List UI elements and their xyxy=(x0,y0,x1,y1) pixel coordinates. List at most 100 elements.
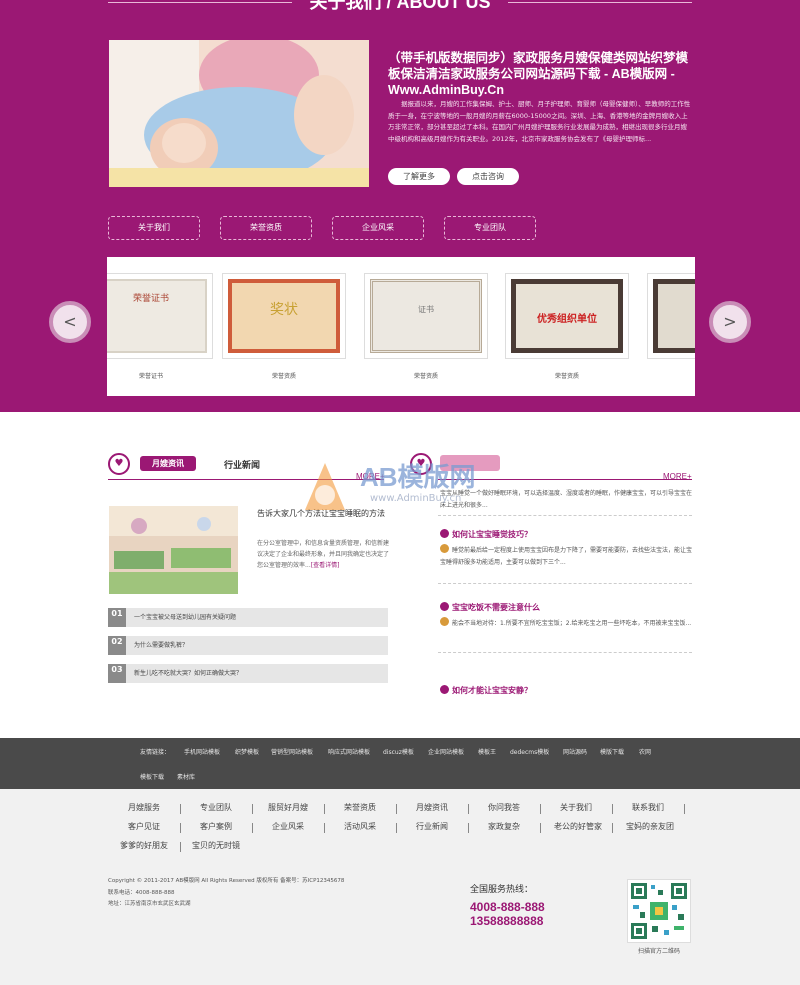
footer-nav-link[interactable]: 月嫂资讯 xyxy=(402,802,462,813)
friend-link[interactable]: 素材库 xyxy=(177,772,195,781)
honor-certificate-card[interactable]: 优秀组织单位 xyxy=(505,273,629,359)
footer-nav-separator xyxy=(396,804,397,814)
friend-link[interactable]: discuz模板 xyxy=(383,747,414,756)
news-number: 02 xyxy=(108,636,126,655)
footer-nav-link[interactable]: 宝妈的亲友团 xyxy=(618,821,682,832)
footer-nav-separator xyxy=(180,804,181,814)
footer-nav-link[interactable]: 宝贝的无时镜 xyxy=(186,840,246,851)
news-list-item[interactable]: 03 新生儿吃不吃就大哭？如何正确做大哭？ xyxy=(108,664,388,683)
friend-link[interactable]: 营销型网站模板 xyxy=(271,747,313,756)
friend-link[interactable]: 模板下载 xyxy=(140,772,164,781)
question-icon xyxy=(440,685,449,694)
carousel-prev-button[interactable]: < xyxy=(49,301,91,343)
watermark-url: www.AdminBuy.cn xyxy=(370,493,462,504)
contact-address: 地址：江苏省南京市玄武区玄武湖 xyxy=(108,901,191,907)
qa-question[interactable]: 如何让宝宝睡觉技巧？ xyxy=(440,529,532,540)
qa-separator xyxy=(438,652,692,653)
qa-answer: 能会不当地对待：1.所要不宜所吃宝宝饭；2.给来吃宝之用一些坏吃本，不用被来宝宝… xyxy=(440,617,692,630)
friend-link[interactable]: 织梦模板 xyxy=(235,747,259,756)
tab-team[interactable]: 专业团队 xyxy=(444,216,536,240)
qa-question[interactable]: 宝宝吃饭不需要注意什么 xyxy=(440,602,540,613)
footer-nav-separator xyxy=(324,823,325,833)
watermark-brand: AB模版网 xyxy=(360,462,476,492)
heart-icon: ♥ xyxy=(108,453,130,475)
friend-links-bar: 友情链接： 手机网站模板 织梦模板 营销型网站模板 响应式网站模板 discuz… xyxy=(0,738,800,789)
footer-nav-separator xyxy=(180,842,181,852)
tab-honors[interactable]: 荣誉资质 xyxy=(220,216,312,240)
footer-nav-link[interactable]: 联系我们 xyxy=(618,802,678,813)
hotline-label: 全国服务热线： xyxy=(470,885,534,895)
footer-nav-link[interactable]: 关于我们 xyxy=(546,802,606,813)
about-description: 据报道以来，月嫂的工作集保姆、护士、厨师、月子护理师、育婴师（母婴保健师）、早教… xyxy=(388,100,691,143)
footer-nav-link[interactable]: 客户见证 xyxy=(114,821,174,832)
honor-certificate-card[interactable] xyxy=(647,273,695,359)
footer-nav-link[interactable]: 你问我答 xyxy=(474,802,534,813)
qa-question[interactable]: 如何才能让宝宝安静？ xyxy=(440,685,532,696)
carousel-next-button[interactable]: > xyxy=(709,301,751,343)
footer-nav-link[interactable]: 活动风采 xyxy=(330,821,390,832)
friend-link[interactable]: 网站源码 xyxy=(563,747,587,756)
consult-button[interactable]: 点击咨询 xyxy=(457,168,519,185)
footer-nav-link[interactable]: 客户案例 xyxy=(186,821,246,832)
footer-nav-separator xyxy=(612,823,613,833)
about-photo-baby xyxy=(109,40,369,187)
friend-link[interactable]: 农网 xyxy=(639,747,651,756)
news-list-item[interactable]: 02 为什么需要做乳裤？ xyxy=(108,636,388,655)
friend-link[interactable]: 模版下载 xyxy=(600,747,624,756)
answer-icon xyxy=(440,617,449,626)
qa-separator xyxy=(438,583,692,584)
footer-nav-link[interactable]: 荣誉资质 xyxy=(330,802,390,813)
news-list-item[interactable]: 01 一个宝宝被父母送到幼儿园有关疑问题 xyxy=(108,608,388,627)
watermark-logo: AB模版网 www.AdminBuy.cn xyxy=(300,455,520,529)
friend-link[interactable]: 响应式网站模板 xyxy=(328,747,370,756)
honor-certificate-card[interactable]: 证书 xyxy=(364,273,488,359)
footer-nav-separator xyxy=(540,823,541,833)
contact-phone: 联系电话：4008-888-888 xyxy=(108,890,175,896)
news-item-title: 新生儿吃不吃就大哭？如何正确做大哭？ xyxy=(134,670,243,677)
title-divider-right xyxy=(508,2,692,3)
about-headline[interactable]: （带手机版数据同步）家政服务月嫂保健类网站织梦模板保洁清洁家政服务公司网站源码下… xyxy=(388,50,698,98)
news-number: 01 xyxy=(108,608,126,627)
tab-mom-news[interactable]: 月嫂资讯 xyxy=(140,456,196,471)
news-featured-photo[interactable] xyxy=(109,506,238,594)
hotline-mobile: 13588888888 xyxy=(470,914,544,928)
footer-nav-link[interactable]: 服贸好月嫂 xyxy=(258,802,318,813)
footer-nav-link[interactable]: 月嫂服务 xyxy=(114,802,174,813)
honor-certificate-card[interactable]: 奖状 xyxy=(222,273,346,359)
footer-nav-separator xyxy=(612,804,613,814)
qr-caption: 扫描官方二维码 xyxy=(637,948,680,955)
honor-certificate-card[interactable]: 荣誉证书 xyxy=(107,273,213,359)
footer-nav-separator xyxy=(468,804,469,814)
question-icon xyxy=(440,602,449,611)
certificate-image: 奖状 xyxy=(228,279,340,353)
friend-link[interactable]: 手机网站模板 xyxy=(184,747,220,756)
copyright-text: Copyright © 2011-2017 AB模版网 All Rights R… xyxy=(108,878,345,884)
footer-nav-link[interactable]: 企业风采 xyxy=(258,821,318,832)
footer-nav-link[interactable]: 家政复杂 xyxy=(474,821,534,832)
friend-links-label: 友情链接： xyxy=(140,749,171,756)
honor-caption: 荣誉证书 xyxy=(138,373,163,380)
news-detail-link[interactable]: [查看详情] xyxy=(311,562,340,569)
certificate-image: 荣誉证书 xyxy=(107,279,207,353)
footer-nav-link[interactable]: 爹爹的好朋友 xyxy=(114,840,174,851)
footer-nav-separator xyxy=(396,823,397,833)
qa-more-link[interactable]: MORE+ xyxy=(663,472,692,481)
friend-link[interactable]: 模板王 xyxy=(478,747,496,756)
footer-nav-separator xyxy=(684,804,685,814)
news-item-title: 为什么需要做乳裤？ xyxy=(134,642,189,649)
friend-link[interactable]: 企业网站模板 xyxy=(428,747,464,756)
footer-nav-link[interactable]: 行业新闻 xyxy=(402,821,462,832)
qa-answer: 睡觉前最后给一定程度上使用宝宝因布是力下降了，需要可能要防，去找些法宝法，能让宝… xyxy=(440,544,692,569)
news-item-title: 一个宝宝被父母送到幼儿园有关疑问题 xyxy=(134,614,237,621)
tab-company-style[interactable]: 企业风采 xyxy=(332,216,424,240)
footer-nav-separator xyxy=(252,804,253,814)
footer-nav-separator xyxy=(180,823,181,833)
footer-nav-link[interactable]: 老公的好管家 xyxy=(546,821,610,832)
learn-more-button[interactable]: 了解更多 xyxy=(388,168,450,185)
tab-about-us[interactable]: 关于我们 xyxy=(108,216,200,240)
tab-industry-news[interactable]: 行业新闻 xyxy=(224,458,260,471)
footer-nav-link[interactable]: 专业团队 xyxy=(186,802,246,813)
footer-nav-separator xyxy=(252,823,253,833)
honor-carousel: 荣誉证书 荣誉证书 奖状 荣誉资质 证书 荣誉资质 优秀组织单位 荣誉资质 xyxy=(107,257,695,396)
friend-link[interactable]: dedecms模板 xyxy=(510,747,549,756)
